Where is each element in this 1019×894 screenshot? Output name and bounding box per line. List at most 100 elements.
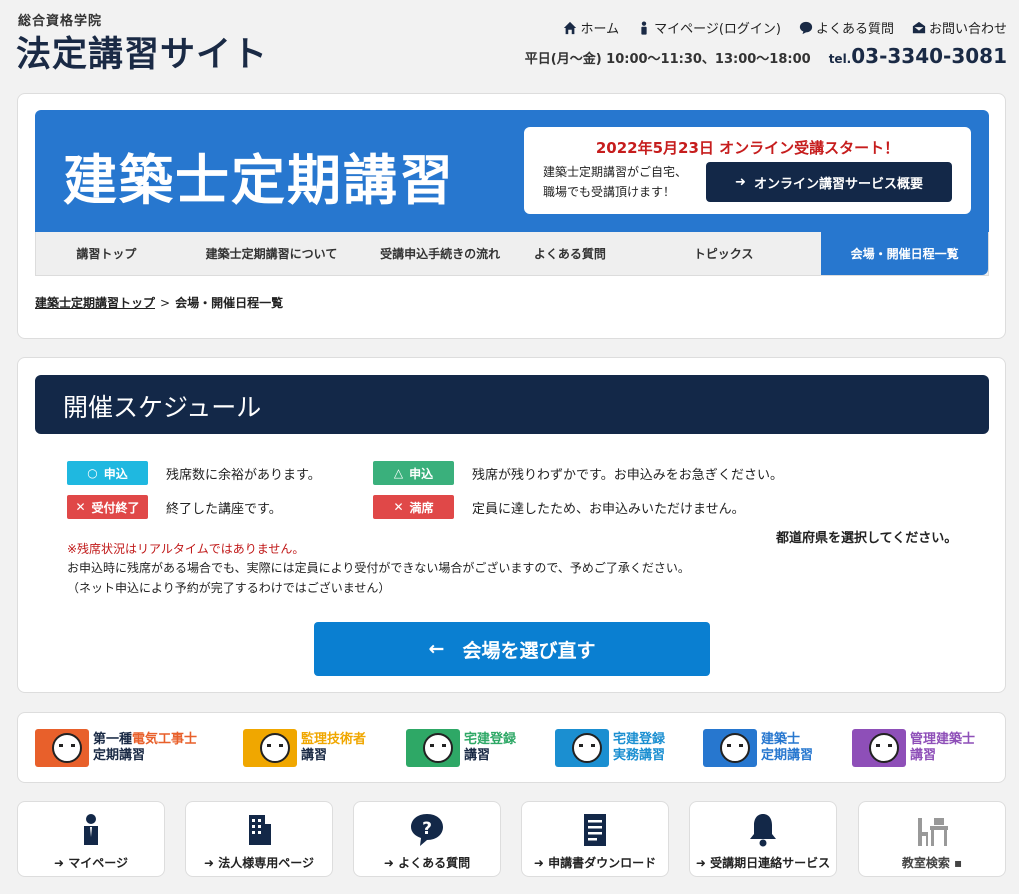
illustration-icon (406, 729, 460, 767)
svg-text:?: ? (422, 819, 432, 839)
banner-supervising-text: 監理技術者 講習 (301, 732, 366, 764)
corporate-page-button[interactable]: ➜ 法人様専用ページ (185, 801, 333, 877)
arrow-right-icon: ➜ (695, 856, 711, 870)
announcement-line-2: 職場でも受講頂けます！ (543, 185, 676, 199)
nav-faq-label: よくある質問 (815, 22, 894, 37)
announcement-line-1: 建築士定期講習がご自宅、 (543, 165, 688, 179)
legend-badge-closed-label: 受付終了 (91, 500, 140, 515)
triangle-icon: △ (393, 466, 404, 480)
arrow-right-icon: ➜ (54, 856, 69, 870)
banner-electrician-course[interactable]: 第一種電気工事士 定期講習 (35, 727, 197, 769)
course-banners: 第一種電気工事士 定期講習 監理技術者 講習 宅建登録 講習 宅建登録 実務講習… (17, 712, 1006, 783)
classroom-search-button[interactable]: 教室検索 ▪ (858, 801, 1006, 877)
faq-button-label: よくある質問 (398, 856, 471, 870)
deadline-notice-service-button[interactable]: ➜ 受講期日連絡サービス (689, 801, 837, 877)
online-announcement-text: 建築士定期講習がご自宅、 職場でも受講頂けます！ (543, 162, 687, 202)
envelope-icon (912, 21, 926, 33)
mypage-button-label: マイページ (68, 856, 128, 870)
banner-managing-architect-course[interactable]: 管理建築士 講習 (852, 727, 975, 769)
nav-contact[interactable]: お問い合わせ (912, 18, 1007, 37)
banner-supervising-engineer-course[interactable]: 監理技術者 講習 (243, 727, 366, 769)
contact-info: 平日(月～金) 10:00～11:30、13:00～18:00 tel.03-3… (525, 44, 1007, 68)
online-application-note: （ネット申込により予約が完了するわけではございません） (67, 581, 391, 595)
course-tabs: 講習トップ 建築士定期講習について 受講申込手続きの流れ よくある質問 トピック… (35, 232, 989, 276)
faq-button[interactable]: ? ➜ よくある質問 (353, 801, 501, 877)
reselect-venue-button[interactable]: ← 会場を選び直す (314, 622, 710, 676)
banner-managing-line2: 講習 (910, 748, 937, 763)
site-logo[interactable]: 法定講習サイト (16, 26, 268, 77)
nav-mypage-label: マイページ(ログイン) (654, 22, 781, 37)
legend-text-available: 残席数に余裕があります。 (166, 468, 321, 483)
banner-electrician-line1b: 電気工事士 (132, 732, 198, 747)
application-download-button[interactable]: ➜ 申講書ダウンロード (521, 801, 669, 877)
tab-about-course[interactable]: 建築士定期講習について (177, 232, 367, 275)
nav-faq[interactable]: よくある質問 (799, 18, 894, 37)
banner-real-estate-registration-course[interactable]: 宅建登録 講習 (406, 727, 516, 769)
breadcrumb-current: 会場・開催日程一覧 (175, 296, 284, 310)
banner-architect-line2: 定期講習 (761, 748, 814, 763)
person-icon (641, 20, 647, 35)
illustration-icon (703, 729, 757, 767)
nav-mypage[interactable]: マイページ(ログイン) (637, 18, 781, 37)
home-icon (564, 21, 577, 34)
banner-practical-line1: 宅建登録 (613, 732, 666, 747)
arrow-right-icon: ➜ (533, 856, 549, 870)
nav-home[interactable]: ホーム (563, 18, 619, 37)
breadcrumb-link-course-top[interactable]: 建築士定期講習トップ (35, 296, 155, 310)
corporate-button-icon-wrap (186, 812, 332, 848)
banner-architect-course[interactable]: 建築士 定期講習 (703, 727, 813, 769)
external-link-icon: ▪ (949, 856, 963, 870)
legend-badge-available-label: 申込 (103, 466, 128, 481)
illustration-icon (243, 729, 297, 767)
corporate-button-label-wrap: ➜ 法人様専用ページ (186, 854, 332, 871)
banner-real-estate-practical-course[interactable]: 宅建登録 実務講習 (555, 727, 665, 769)
tel-number: 03-3340-3081 (851, 44, 1007, 68)
banner-practical-text: 宅建登録 実務講習 (613, 732, 665, 764)
legend-text-closed: 終了した講座です。 (166, 502, 282, 517)
classroom-button-label: 教室検索 (901, 856, 950, 870)
mypage-button[interactable]: ➜ マイページ (17, 801, 165, 877)
tab-application-flow[interactable]: 受講申込手続きの流れ (366, 232, 514, 275)
online-announcement-box: 2022年5月23日 オンライン受講スタート！ 建築士定期講習がご自宅、 職場で… (524, 127, 971, 214)
classroom-button-icon-wrap (859, 812, 1005, 848)
tab-course-top[interactable]: 講習トップ (36, 232, 177, 275)
online-service-button[interactable]: ➜ オンライン講習サービス概要 (706, 162, 952, 202)
circle-icon: ○ (87, 466, 98, 480)
prefecture-select-prompt[interactable]: 都道府県を選択してください。 (776, 528, 968, 550)
breadcrumb-separator: > (160, 296, 171, 310)
capacity-note: お申込時に残席がある場合でも、実際には定員により受付ができない場合がございますの… (67, 561, 690, 575)
banner-electrician-line2: 定期講習 (93, 748, 146, 763)
tab-venue-schedule[interactable]: 会場・開催日程一覧 (821, 232, 989, 275)
banner-managing-text: 管理建築士 講習 (910, 732, 975, 764)
legend-badge-closed: ✕ 受付終了 (67, 495, 148, 519)
classroom-button-label-wrap: 教室検索 ▪ (859, 854, 1005, 871)
notice-button-label-wrap: ➜ 受講期日連絡サービス (690, 854, 836, 871)
download-button-label: 申講書ダウンロード (548, 856, 657, 870)
course-header-card: 建築士定期講習 2022年5月23日 オンライン受講スタート！ 建築士定期講習が… (17, 93, 1006, 339)
banner-architect-line1: 建築士 (761, 732, 801, 747)
online-announcement-heading: 2022年5月23日 オンライン受講スタート！ (595, 139, 900, 157)
legend-badge-full-label: 満席 (409, 500, 434, 515)
arrow-right-icon: ➜ (735, 174, 746, 190)
legend-badge-few-left-label: 申込 (409, 466, 434, 481)
desk-icon (918, 818, 948, 846)
site-header: 総合資格学院 法定講習サイト ホーム マイページ(ログイン) よくある質問 お問… (0, 0, 1019, 92)
building-icon (249, 815, 271, 845)
tab-faq[interactable]: よくある質問 (514, 232, 626, 275)
banner-real-estate-text: 宅建登録 講習 (464, 732, 516, 764)
banner-practical-line2: 実務講習 (613, 748, 666, 763)
illustration-icon (35, 729, 89, 767)
question-bubble-icon: ? (411, 814, 443, 846)
close-icon: ✕ (393, 500, 404, 514)
legend-badge-few-left: △ 申込 (373, 461, 454, 485)
banner-supervising-line2: 講習 (301, 748, 328, 763)
phone-number[interactable]: tel.03-3340-3081 (829, 44, 1007, 68)
faq-button-label-wrap: ➜ よくある質問 (354, 854, 500, 871)
tab-topics[interactable]: トピックス (626, 232, 822, 275)
realtime-warning: ※残席状況はリアルタイムではありません。 (67, 542, 305, 556)
banner-architect-text: 建築士 定期講習 (761, 732, 813, 764)
hero-banner: 建築士定期講習 2022年5月23日 オンライン受講スタート！ 建築士定期講習が… (35, 110, 989, 232)
question-icon (799, 21, 813, 34)
nav-home-label: ホーム (580, 22, 620, 37)
banner-real-estate-line1: 宅建登録 (464, 732, 517, 747)
